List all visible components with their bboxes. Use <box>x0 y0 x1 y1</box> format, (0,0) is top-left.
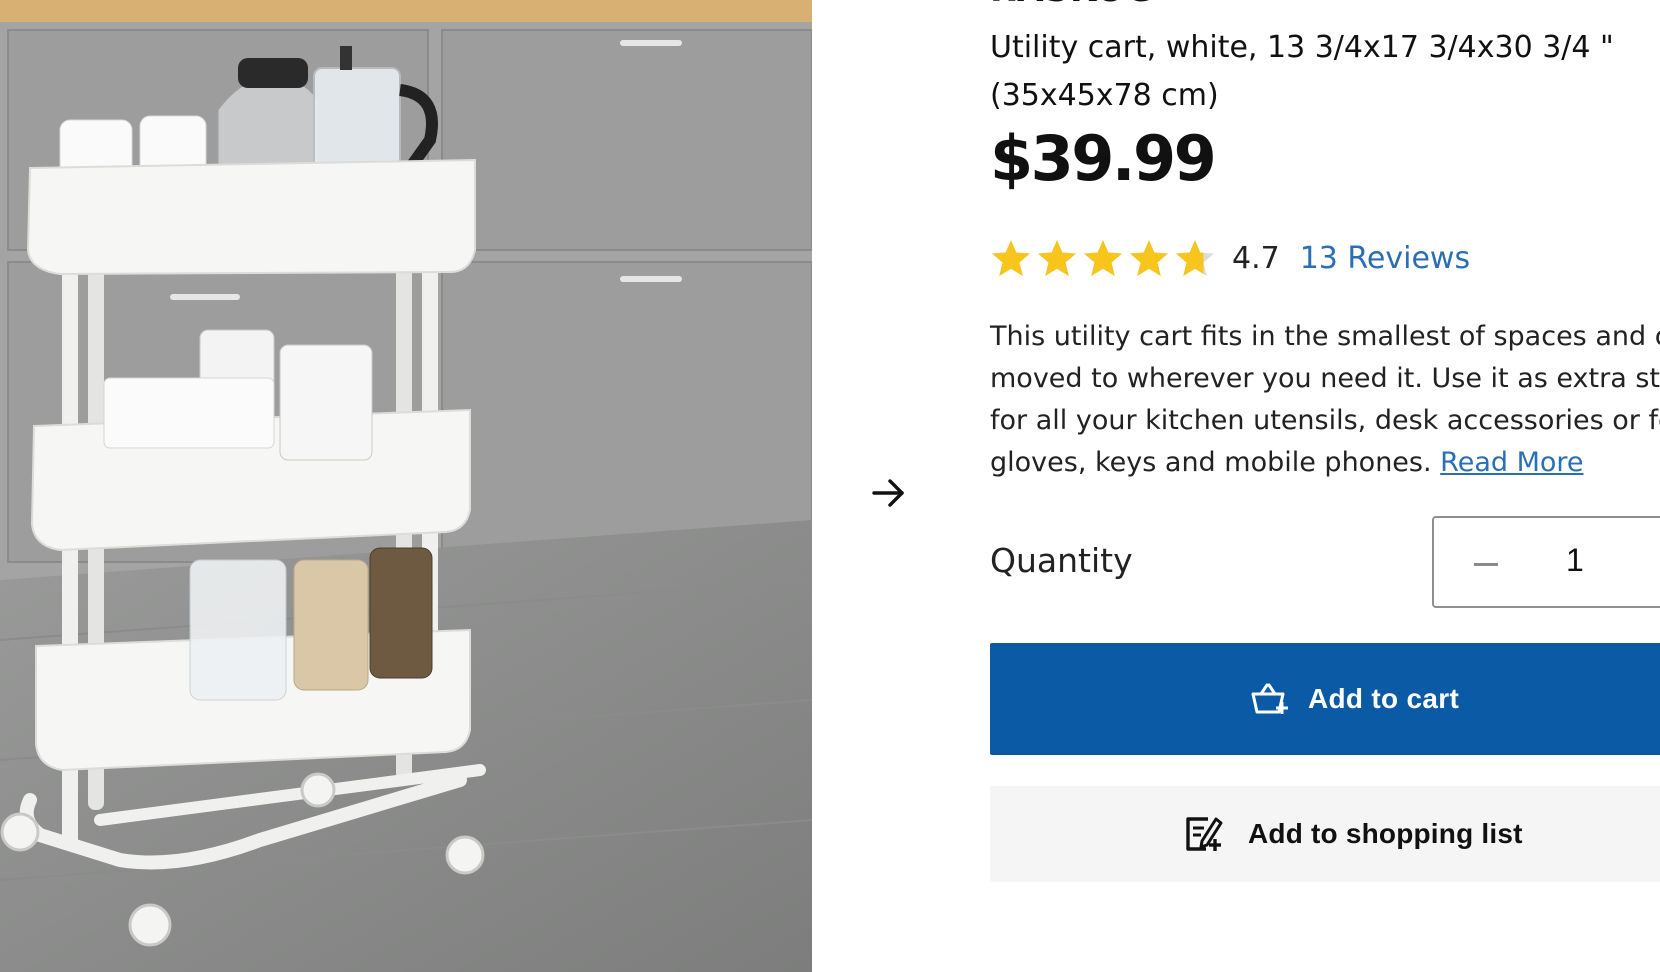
arrow-right-icon <box>872 479 904 507</box>
quantity-label: Quantity <box>990 541 1133 580</box>
summary-line: This utility cart fits in the smallest o… <box>990 321 1660 352</box>
add-to-cart-label: Add to cart <box>1308 683 1460 714</box>
product-image[interactable] <box>0 0 812 972</box>
product-page: RÅSKOG Utility cart, white, 13 3/4x17 3/… <box>0 0 1660 972</box>
minus-icon <box>1474 562 1498 566</box>
quantity-stepper[interactable]: 1 <box>1432 516 1660 608</box>
add-to-shopping-list-label: Add to shopping list <box>1248 818 1523 849</box>
product-name: RÅSKOG <box>990 0 1155 10</box>
product-description: Utility cart, white, 13 3/4x17 3/4x30 3/… <box>990 30 1614 113</box>
cart-add-icon <box>1251 683 1288 714</box>
rating-value: 4.7 <box>1232 240 1280 276</box>
list-add-icon <box>1186 817 1223 851</box>
product-summary: This utility cart fits in the smallest o… <box>990 316 1660 484</box>
decrease-quantity-button[interactable] <box>1468 546 1504 582</box>
summary-line-last: gloves, keys and mobile phones. Read Mor… <box>990 442 1660 484</box>
rating-row: 4.7 13 Reviews <box>990 230 1470 286</box>
add-to-cart-button[interactable]: Add to cart <box>990 643 1660 755</box>
summary-line: for all your kitchen utensils, desk acce… <box>990 405 1660 436</box>
summary-line-text: gloves, keys and mobile phones. <box>990 447 1432 478</box>
add-to-shopping-list-button[interactable]: Add to shopping list <box>990 786 1660 882</box>
product-photo-illustration <box>0 0 812 972</box>
star-icon <box>1130 240 1168 276</box>
star-icon <box>1176 240 1214 276</box>
reviews-link[interactable]: 13 Reviews <box>1300 241 1470 276</box>
quantity-value[interactable]: 1 <box>1566 542 1584 579</box>
next-image-button[interactable] <box>862 466 916 520</box>
star-icon <box>992 240 1030 276</box>
read-more-link[interactable]: Read More <box>1440 447 1583 478</box>
star-rating <box>990 238 1220 278</box>
star-icon <box>1038 240 1076 276</box>
product-price: $39.99 <box>990 122 1217 195</box>
star-icon <box>1084 240 1122 276</box>
summary-line: moved to wherever you need it. Use it as… <box>990 363 1660 394</box>
